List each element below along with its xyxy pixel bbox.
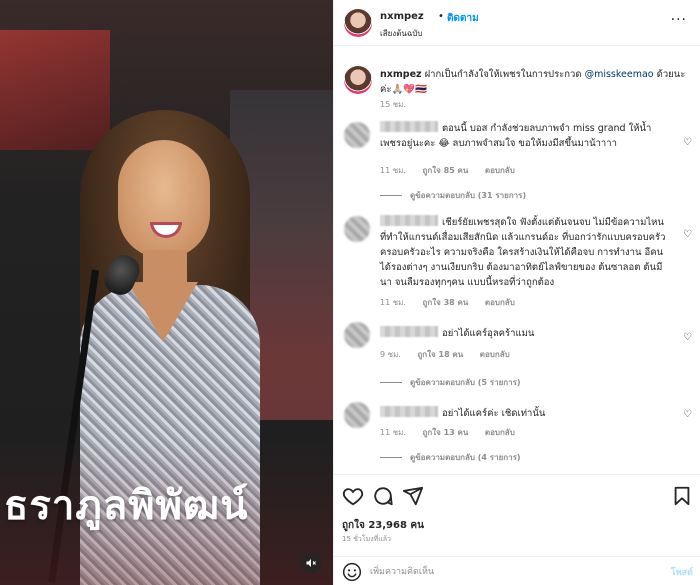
comment-text: ตอนนี้ บอส กำลังช่วยลบภาพจำ miss grand ใ… bbox=[380, 121, 670, 151]
reply-button[interactable]: ตอบกลับ bbox=[485, 298, 515, 307]
post-header: nxmpez • ติดตาม เสียงต้นฉบับ ··· bbox=[334, 0, 700, 46]
follow-button[interactable]: ติดตาม bbox=[447, 11, 479, 26]
comment-username-redacted[interactable] bbox=[380, 406, 438, 417]
comment-time[interactable]: 9 ชม. bbox=[380, 350, 401, 359]
comment-icon[interactable] bbox=[372, 485, 394, 507]
post-side-panel: nxmpez • ติดตาม เสียงต้นฉบับ ··· nxmpez … bbox=[333, 0, 700, 585]
comment-like-heart-icon[interactable]: ♡ bbox=[683, 333, 693, 343]
comment-avatar[interactable] bbox=[344, 322, 370, 348]
comment-input[interactable] bbox=[370, 564, 630, 580]
caption-body: ฝากเป็นกำลังใจให้เพชรในการประกวด bbox=[424, 69, 585, 80]
comment-meta: 11 ชม. ถูกใจ 13 คน ตอบกลับ bbox=[380, 426, 529, 439]
comment-like-heart-icon[interactable]: ♡ bbox=[683, 410, 693, 420]
post-timestamp[interactable]: 15 ชั่วโมงที่แล้ว bbox=[342, 534, 391, 545]
comment-likes[interactable]: ถูกใจ 13 คน bbox=[423, 428, 469, 437]
comment-meta: 11 ชม. ถูกใจ 85 คน ตอบกลับ bbox=[380, 164, 529, 177]
comment-username-redacted[interactable] bbox=[380, 215, 438, 226]
comment-avatar[interactable] bbox=[344, 216, 370, 242]
view-replies-button[interactable]: ดูข้อความตอบกลับ (31 รายการ) bbox=[380, 189, 526, 202]
reply-button[interactable]: ตอบกลับ bbox=[485, 428, 515, 437]
comment-avatar[interactable] bbox=[344, 402, 370, 428]
emoji-icon[interactable] bbox=[342, 562, 362, 582]
post-like-count[interactable]: ถูกใจ 23,968 คน bbox=[342, 518, 424, 533]
comment-like-heart-icon[interactable]: ♡ bbox=[683, 138, 693, 148]
share-icon[interactable] bbox=[402, 485, 424, 507]
header-separator: • bbox=[438, 11, 444, 22]
comment-meta: 9 ชม. ถูกใจ 18 คน ตอบกลับ bbox=[380, 348, 524, 361]
comment-text: อย่าได้แคร์อุลคร้าแมน bbox=[380, 326, 670, 341]
comment-username-redacted[interactable] bbox=[380, 121, 438, 132]
caption-text: nxmpez ฝากเป็นกำลังใจให้เพชรในการประกวด … bbox=[380, 67, 694, 97]
save-bookmark-icon[interactable] bbox=[671, 485, 693, 507]
caption-timestamp[interactable]: 15 ชม. bbox=[380, 98, 406, 111]
comment-username-redacted[interactable] bbox=[380, 326, 438, 337]
audio-toggle-button[interactable] bbox=[300, 552, 322, 574]
comment-body: อย่าได้แคร์อุลคร้าแมน bbox=[442, 328, 535, 339]
comment-text: อย่าได้แคร์ค่ะ เชิดเท่านั้น bbox=[380, 406, 670, 421]
caption-mention[interactable]: @misskeemao bbox=[585, 69, 654, 80]
more-options-icon[interactable]: ··· bbox=[671, 12, 687, 28]
like-heart-icon[interactable] bbox=[342, 485, 364, 507]
add-comment-bar: โพสต์ bbox=[334, 556, 700, 585]
comment-likes[interactable]: ถูกใจ 38 คน bbox=[423, 298, 469, 307]
caption-author-avatar[interactable] bbox=[344, 66, 372, 94]
background-banner bbox=[0, 30, 110, 150]
comment-time[interactable]: 11 ชม. bbox=[380, 428, 406, 437]
comment-text: เชียร์ยัยเพชรสุดใจ ฟังตั้งแต่ต้นจนจบ ไม่… bbox=[380, 215, 670, 290]
comment-body: อย่าได้แคร์ค่ะ เชิดเท่านั้น bbox=[442, 408, 546, 419]
comment-avatar[interactable] bbox=[344, 122, 370, 148]
original-audio-link[interactable]: เสียงต้นฉบับ bbox=[380, 27, 422, 40]
caption-username[interactable]: nxmpez bbox=[380, 69, 422, 80]
comment-likes[interactable]: ถูกใจ 18 คน bbox=[417, 350, 463, 359]
reply-button[interactable]: ตอบกลับ bbox=[485, 166, 515, 175]
speaker-muted-icon bbox=[306, 559, 316, 567]
comment-time[interactable]: 11 ชม. bbox=[380, 298, 406, 307]
comment-meta: 11 ชม. ถูกใจ 38 คน ตอบกลับ bbox=[380, 296, 529, 309]
view-replies-button[interactable]: ดูข้อความตอบกลับ (4 รายการ) bbox=[380, 451, 521, 464]
comment-time[interactable]: 11 ชม. bbox=[380, 166, 406, 175]
comment-body: เชียร์ยัยเพชรสุดใจ ฟังตั้งแต่ต้นจนจบ ไม่… bbox=[380, 217, 666, 288]
author-username[interactable]: nxmpez bbox=[380, 11, 424, 22]
view-replies-button[interactable]: ดูข้อความตอบกลับ (5 รายการ) bbox=[380, 376, 521, 389]
person-face bbox=[118, 140, 210, 258]
comment-like-heart-icon[interactable]: ♡ bbox=[683, 230, 693, 240]
post-comment-button[interactable]: โพสต์ bbox=[671, 565, 693, 579]
video-overlay-text: ธราภูลพิพัฒน์ bbox=[4, 483, 249, 529]
post-media[interactable]: ธราภูลพิพัฒน์ bbox=[0, 0, 333, 585]
comment-likes[interactable]: ถูกใจ 85 คน bbox=[423, 166, 469, 175]
post-actions: ถูกใจ 23,968 คน 15 ชั่วโมงที่แล้ว bbox=[334, 474, 700, 564]
author-avatar[interactable] bbox=[344, 9, 372, 37]
reply-button[interactable]: ตอบกลับ bbox=[480, 350, 510, 359]
